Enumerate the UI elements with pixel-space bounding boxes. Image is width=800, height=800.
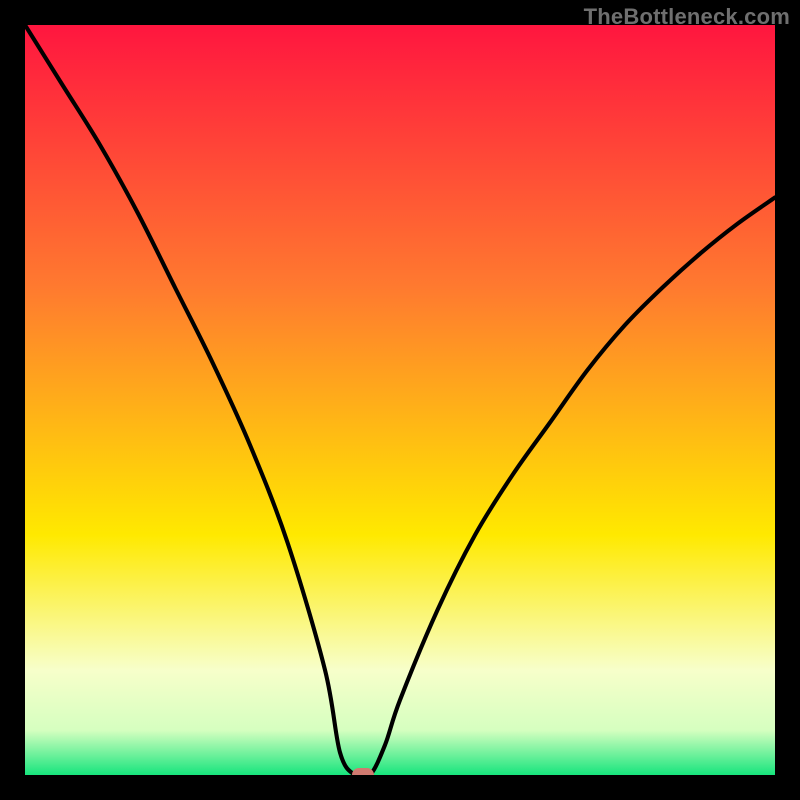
figure-frame: TheBottleneck.com: [0, 0, 800, 800]
optimal-point-marker: [352, 768, 374, 775]
watermark-text: TheBottleneck.com: [584, 4, 790, 30]
plot-area: [25, 25, 775, 775]
bottleneck-curve: [25, 25, 775, 775]
